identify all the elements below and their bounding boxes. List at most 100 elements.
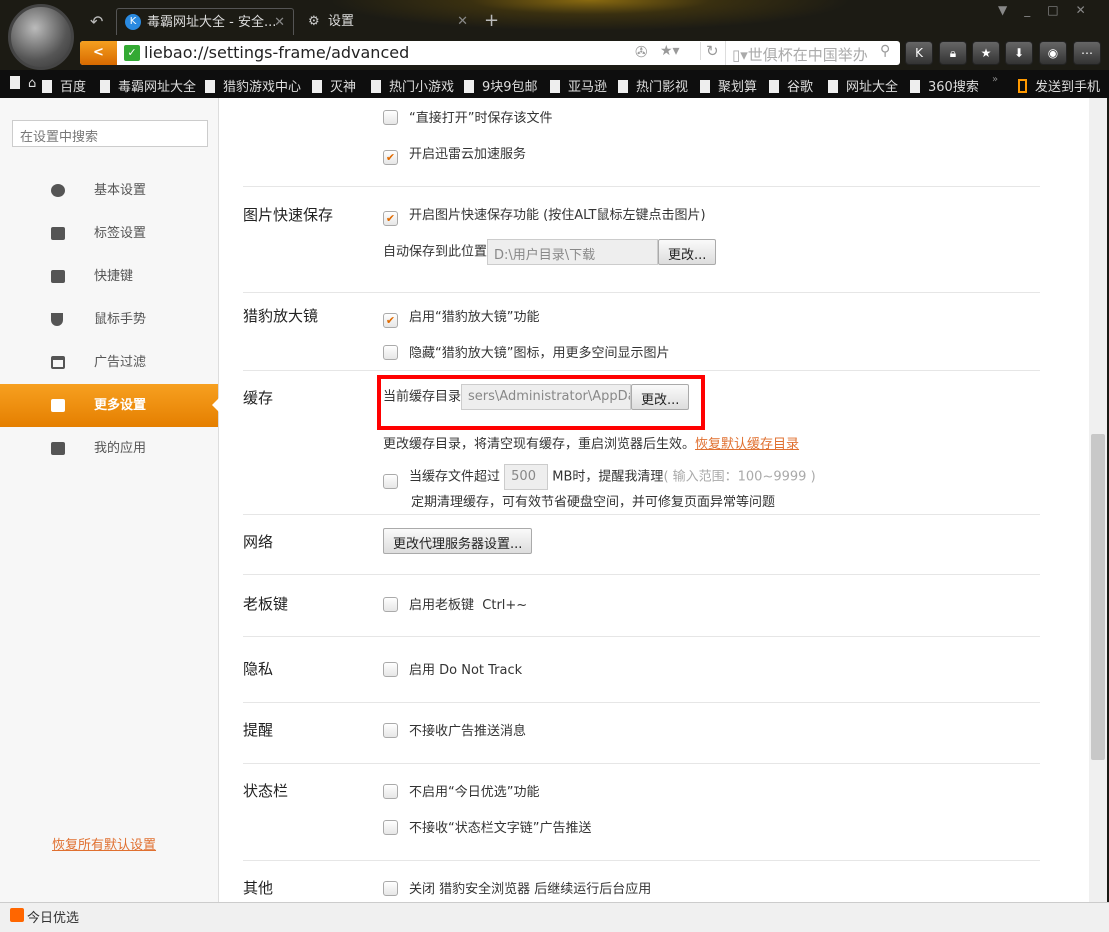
- search-icon[interactable]: ⚲: [880, 43, 890, 59]
- no-ads-checkbox[interactable]: [383, 723, 398, 738]
- xunlei-checkbox[interactable]: ✔: [383, 150, 398, 165]
- sidebar-item-shortcuts[interactable]: 快捷键: [0, 255, 218, 298]
- image-save-path-input[interactable]: D:\用户目录\下载: [487, 239, 659, 265]
- open-save-checkbox[interactable]: [383, 110, 398, 125]
- tab-icon: [51, 227, 65, 240]
- change-image-path-button[interactable]: 更改...: [658, 239, 717, 265]
- scrollbar-thumb[interactable]: [1091, 434, 1105, 760]
- boss-key-shortcut: Ctrl+~: [482, 598, 528, 613]
- more-bookmarks-icon[interactable]: »: [992, 74, 998, 85]
- divider: [243, 292, 1040, 293]
- bookmark[interactable]: 热门影视: [618, 76, 688, 95]
- sidebar-item-mouse-gestures[interactable]: 鼠标手势: [0, 298, 218, 341]
- divider: [243, 636, 1040, 637]
- boss-key-checkbox[interactable]: [383, 597, 398, 612]
- restore-cache-dir-link[interactable]: 恢复默认缓存目录: [695, 437, 799, 452]
- settings-content: “直接打开”时保存该文件 ✔ 开启迅雷云加速服务 图片快速保存 ✔ 开启图片快速保存…: [219, 98, 1089, 902]
- bookmark[interactable]: 毒霸网址大全: [100, 76, 196, 95]
- speed-icon[interactable]: ✇: [635, 43, 648, 61]
- wrench-icon: [51, 399, 65, 412]
- window-controls[interactable]: ▼_□✕: [998, 3, 1103, 17]
- refresh-icon[interactable]: ↻: [700, 42, 719, 60]
- divider: [243, 702, 1040, 703]
- option-label: 启用老板键: [409, 598, 475, 613]
- today-picks-button[interactable]: 今日优选: [27, 907, 79, 926]
- cache-warn-checkbox[interactable]: [383, 473, 398, 489]
- range-hint: ( 输入范围：100~9999 ): [663, 469, 816, 485]
- restore-all-defaults-link[interactable]: 恢复所有默认设置: [52, 834, 156, 853]
- tab-settings[interactable]: ⚙ 设置 ✕: [298, 8, 476, 35]
- home-icon[interactable]: ⌂: [10, 76, 36, 91]
- bookmark[interactable]: 亚马逊: [550, 76, 607, 95]
- settings-sidebar: 在设置中搜索 基本设置 标签设置 快捷键 鼠标手势 广告过滤 更多设置 我的应用…: [0, 98, 219, 902]
- close-tab-icon[interactable]: ✕: [274, 9, 285, 36]
- cache-note: 更改缓存目录，将清空现有缓存，重启浏览器后生效。: [383, 437, 696, 452]
- no-today-checkbox[interactable]: [383, 784, 398, 799]
- divider: [243, 574, 1040, 575]
- mouse-icon: [51, 313, 63, 326]
- search-input[interactable]: ▯▾世俱杯在中国举办: [725, 41, 905, 65]
- option-label: 开启迅雷云加速服务: [409, 147, 527, 162]
- favorites-button[interactable]: ★: [972, 41, 1000, 65]
- bookmarks-bar: ⌂ 百度 毒霸网址大全 猎豹游戏中心 灭神 热门小游戏 9块9包邮 亚马逊 热门…: [0, 70, 1109, 98]
- liebao-logo[interactable]: [8, 4, 74, 70]
- section-label: 猎豹放大镜: [243, 307, 319, 325]
- section-label: 网络: [243, 533, 274, 551]
- games-button[interactable]: ◉: [1039, 41, 1067, 65]
- back-button[interactable]: <: [80, 41, 117, 65]
- divider: [243, 860, 1040, 861]
- download-button[interactable]: ⬇: [1005, 41, 1033, 65]
- section-label: 状态栏: [243, 782, 289, 800]
- settings-search-input[interactable]: 在设置中搜索: [12, 120, 208, 147]
- favorite-star-icon[interactable]: ★▾: [660, 43, 680, 59]
- bookmark[interactable]: 网址大全: [828, 76, 898, 95]
- lock-button[interactable]: 🔒︎: [939, 41, 967, 65]
- bookmark[interactable]: 谷歌: [769, 76, 813, 95]
- menu-button[interactable]: ⋯: [1073, 41, 1101, 65]
- section-label: 隐私: [243, 660, 274, 678]
- sidebar-item-more-settings[interactable]: 更多设置: [0, 384, 219, 427]
- tab-duba[interactable]: K 毒霸网址大全 - 安全... ✕: [116, 8, 294, 35]
- magnifier-hide-checkbox[interactable]: [383, 345, 398, 360]
- bookmark[interactable]: 360搜索: [910, 76, 979, 95]
- send-to-phone-button[interactable]: 发送到手机: [1018, 76, 1100, 95]
- option-label: 当缓存文件超过: [409, 469, 501, 485]
- bookmark[interactable]: 猎豹游戏中心: [205, 76, 301, 95]
- new-tab-button[interactable]: +: [484, 10, 499, 31]
- option-label: 不启用“今日优选”功能: [409, 785, 540, 800]
- background-run-checkbox[interactable]: [383, 881, 398, 896]
- bookmark[interactable]: 聚划算: [700, 76, 757, 95]
- dnt-checkbox[interactable]: [383, 662, 398, 677]
- field-label: 自动保存到此位置: [383, 244, 488, 260]
- url-input[interactable]: liebao://settings-frame/advanced: [144, 43, 409, 62]
- kingsoft-button[interactable]: K: [905, 41, 933, 65]
- image-save-checkbox[interactable]: ✔: [383, 211, 398, 226]
- puzzle-icon: [51, 442, 65, 455]
- sidebar-item-basic[interactable]: 基本设置: [0, 169, 218, 212]
- undo-close-tab-icon[interactable]: ↶: [90, 12, 103, 31]
- sidebar-item-ad-filter[interactable]: 广告过滤: [0, 341, 218, 384]
- divider: [243, 370, 1040, 371]
- tab-label: 设置: [328, 14, 355, 29]
- scrollbar[interactable]: [1089, 98, 1107, 902]
- bookmark[interactable]: 热门小游戏: [371, 76, 454, 95]
- cache-size-input[interactable]: 500: [504, 464, 549, 490]
- option-label: 启用 Do Not Track: [409, 663, 523, 678]
- option-label: 隐藏“猎豹放大镜”图标，用更多空间显示图片: [409, 346, 670, 361]
- proxy-settings-button[interactable]: 更改代理服务器设置...: [383, 528, 533, 554]
- bookmark[interactable]: 灭神: [312, 76, 356, 95]
- secure-check-icon: ✓: [124, 45, 140, 61]
- bookmark[interactable]: 9块9包邮: [464, 76, 538, 95]
- bookmark[interactable]: 百度: [42, 76, 86, 95]
- option-label: “直接打开”时保存该文件: [409, 111, 553, 126]
- sidebar-item-tabs[interactable]: 标签设置: [0, 212, 218, 255]
- magnifier-enable-checkbox[interactable]: ✔: [383, 313, 398, 328]
- address-bar[interactable]: ✓ liebao://settings-frame/advanced ✇ ★▾ …: [80, 41, 900, 65]
- close-tab-icon[interactable]: ✕: [457, 8, 468, 35]
- cache-warn-desc: 定期清理缓存，可有效节省硬盘空间，并可修复页面异常等问题: [411, 495, 776, 510]
- no-textlink-checkbox[interactable]: [383, 820, 398, 835]
- option-label: 启用“猎豹放大镜”功能: [409, 310, 540, 325]
- window-icon: [51, 356, 65, 369]
- sidebar-item-my-apps[interactable]: 我的应用: [0, 427, 218, 470]
- tab-label: 毒霸网址大全 - 安全...: [147, 15, 277, 30]
